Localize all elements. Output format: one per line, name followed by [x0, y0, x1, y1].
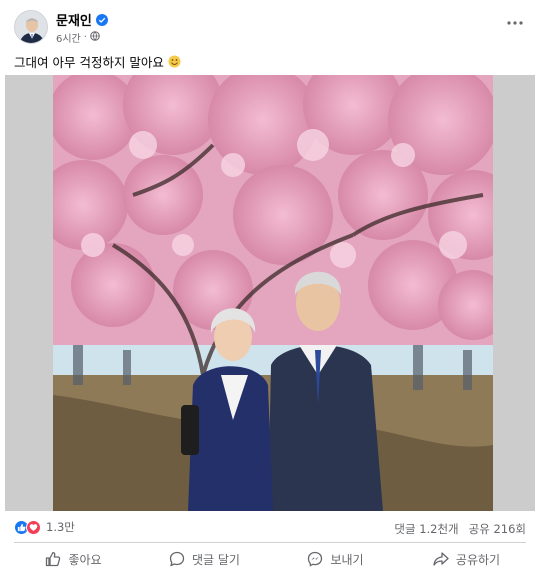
meta-separator: · [83, 32, 87, 43]
cherry-blossom-photo [53, 75, 493, 511]
share-label: 공유하기 [455, 552, 501, 567]
divider [14, 542, 526, 543]
comment-count[interactable]: 댓글 1.2천개 [394, 521, 458, 537]
share-arrow-icon [433, 552, 449, 566]
verified-badge-icon [95, 13, 108, 26]
post-card: 문재인 6시간 · 그대여 아무 걱정하지 말아요 1.3만 댓글 1.2천개 … [0, 0, 540, 578]
post-text: 그대여 아무 걱정하지 말아요 [14, 52, 181, 71]
share-count[interactable]: 공유 216회 [469, 521, 526, 537]
send-label: 보내기 [330, 552, 364, 567]
globe-icon [90, 31, 100, 44]
post-time[interactable]: 6시간 [56, 30, 81, 45]
comment-button[interactable]: 댓글 달기 [139, 545, 270, 573]
post-message: 그대여 아무 걱정하지 말아요 [14, 55, 164, 70]
author-line: 문재인 [56, 10, 108, 29]
engagement-counts: 댓글 1.2천개 공유 216회 [394, 521, 526, 537]
reaction-summary[interactable]: 1.3만 [14, 519, 75, 535]
author-name[interactable]: 문재인 [56, 10, 92, 29]
comment-label: 댓글 달기 [192, 552, 240, 567]
send-button[interactable]: 보내기 [270, 545, 401, 573]
messenger-icon [308, 551, 323, 567]
post-photo[interactable] [53, 75, 493, 511]
like-label: 좋아요 [68, 552, 102, 567]
action-bar: 좋아요 댓글 달기 보내기 공유하기 [8, 545, 532, 573]
avatar[interactable] [14, 10, 48, 44]
post-header: 문재인 6시간 · [0, 0, 540, 50]
photo-container [5, 75, 535, 511]
post-stats: 1.3만 댓글 1.2천개 공유 216회 [0, 515, 540, 541]
reaction-count: 1.3만 [46, 520, 75, 534]
avatar-image [15, 11, 47, 43]
love-reaction-icon [26, 519, 41, 535]
comment-icon [169, 551, 185, 567]
share-button[interactable]: 공유하기 [401, 545, 532, 573]
more-options-icon[interactable] [504, 14, 526, 32]
smiling-face-emoji [168, 55, 181, 68]
thumbs-up-icon [46, 551, 61, 567]
post-meta: 6시간 · [56, 30, 100, 45]
like-button[interactable]: 좋아요 [8, 545, 139, 573]
